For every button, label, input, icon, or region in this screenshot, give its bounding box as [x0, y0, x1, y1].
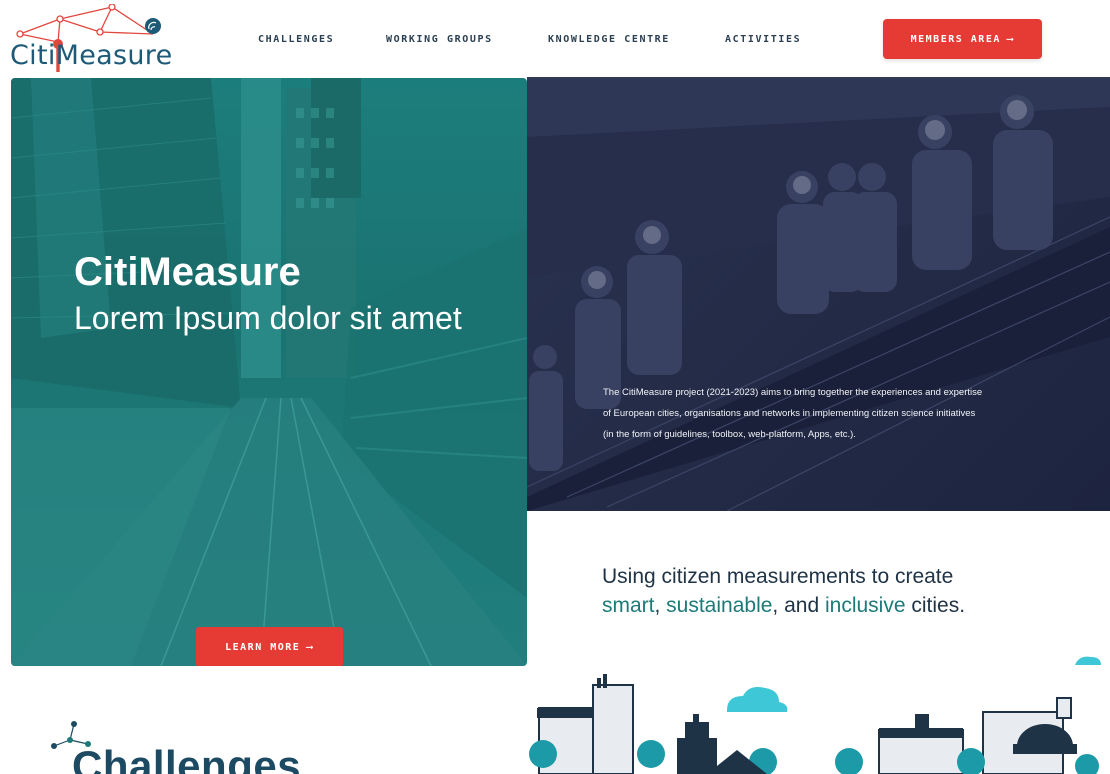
hero-title: CitiMeasure [74, 250, 301, 294]
escalator-people-image [527, 77, 1110, 511]
tagline-line1: Using citizen measurements to create [602, 565, 954, 588]
arrow-right-icon: ⟶ [1006, 33, 1015, 45]
learn-more-button[interactable]: LEARN MORE ⟶ [196, 627, 343, 666]
arrow-right-icon: ⟶ [306, 641, 314, 653]
city-train-background-image [11, 78, 527, 666]
citimeasure-logo[interactable]: CitiMeasure [8, 4, 178, 74]
tagline-inclusive: inclusive [824, 594, 906, 617]
logo-text: CitiMeasure [10, 40, 173, 71]
nav-working-groups[interactable]: WORKING GROUPS [386, 34, 493, 45]
nav-activities[interactable]: ACTIVITIES [725, 34, 801, 45]
tagline-sustainable: sustainable [666, 594, 773, 617]
tagline-line2: smart, sustainable, and inclusive cities… [602, 591, 965, 620]
tagline-and: , and [772, 594, 825, 617]
project-description: The CitiMeasure project (2021-2023) aims… [603, 387, 983, 440]
nav-challenges[interactable]: CHALLENGES [258, 34, 334, 45]
site-header: CitiMeasure CHALLENGES WORKING GROUPS KN… [0, 0, 1110, 76]
hero-left-panel: CitiMeasure Lorem Ipsum dolor sit amet L… [11, 78, 527, 666]
tagline-smart: smart [602, 594, 655, 617]
tagline-end: cities. [905, 594, 966, 617]
challenges-heading: Challenges [72, 742, 302, 774]
members-area-button[interactable]: MEMBERS AREA ⟶ [883, 19, 1042, 59]
hero-subtitle: Lorem Ipsum dolor sit amet [74, 300, 462, 336]
city-illustration [529, 656, 1101, 774]
nav-knowledge-centre[interactable]: KNOWLEDGE CENTRE [548, 34, 670, 45]
tagline: Using citizen measurements to create sma… [602, 562, 965, 620]
members-area-label: MEMBERS AREA [910, 33, 1001, 45]
learn-more-label: LEARN MORE [225, 641, 301, 653]
hero-escalator-image: The CitiMeasure project (2021-2023) aims… [527, 77, 1110, 511]
tagline-comma: , [654, 594, 667, 617]
